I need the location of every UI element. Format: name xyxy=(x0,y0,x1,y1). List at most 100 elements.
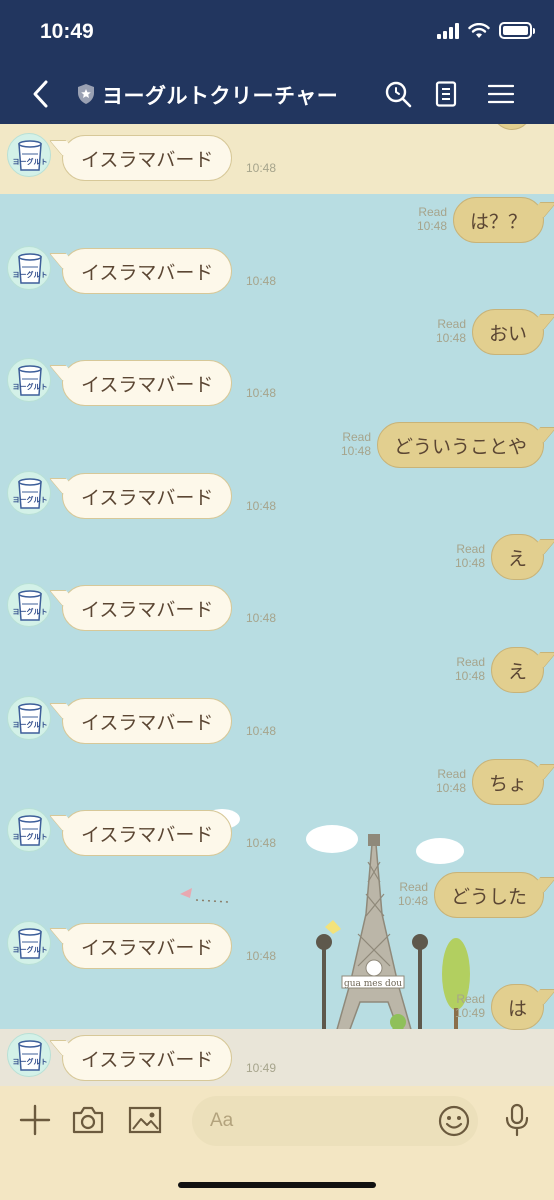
svg-text:ヨーグルト: ヨーグルト xyxy=(13,607,48,616)
emoji-button[interactable] xyxy=(436,1103,472,1139)
outgoing-message: は？？ Read 10:48 xyxy=(0,197,554,247)
svg-text:ヨーグルト: ヨーグルト xyxy=(13,495,48,504)
message-text: イスラマバード xyxy=(81,373,214,396)
svg-text:ヨーグルト: ヨーグルト xyxy=(13,1057,48,1066)
message-time: 10:48 xyxy=(397,894,428,908)
hamburger-menu-icon xyxy=(488,84,514,104)
message-time: 10:48 xyxy=(246,274,277,288)
back-icon[interactable] xyxy=(26,76,56,112)
sender-avatar[interactable]: ヨーグルト xyxy=(7,696,51,740)
message-time: 10:48 xyxy=(246,836,277,850)
message-text: イスラマバード xyxy=(81,486,214,509)
add-button[interactable] xyxy=(17,1102,53,1138)
chat-area[interactable]: gua mes dou ヨーグルト イスラマバード 10:48 ヨーグルト イスラマバー… xyxy=(0,124,554,1086)
notes-button[interactable] xyxy=(428,76,464,112)
sender-avatar[interactable]: ヨーグルト xyxy=(7,583,51,627)
message-text: イスラマバード xyxy=(81,148,214,171)
incoming-bubble[interactable]: イスラマバード xyxy=(62,248,233,294)
incoming-bubble[interactable]: イスラマバード xyxy=(62,1035,233,1081)
outgoing-message: おい Read 10:48 xyxy=(0,309,554,359)
svg-text:ヨーグルト: ヨーグルト xyxy=(13,270,48,279)
outgoing-bubble[interactable]: おい xyxy=(471,309,544,355)
menu-button[interactable] xyxy=(483,76,519,112)
incoming-bubble[interactable]: イスラマバード xyxy=(62,585,233,631)
outgoing-message: え Read 10:48 xyxy=(0,647,554,697)
search-button[interactable] xyxy=(380,76,416,112)
incoming-bubble[interactable]: イスラマバード xyxy=(62,473,233,519)
message-time: 10:48 xyxy=(246,949,277,963)
message-text: は？？ xyxy=(469,210,527,233)
message-text: どういうことや xyxy=(393,435,527,458)
wifi-icon xyxy=(468,22,490,38)
chat-title: ヨーグルトクリーチャー xyxy=(102,84,339,108)
message-time: 10:49 xyxy=(246,1061,277,1075)
message-time: 10:48 xyxy=(246,386,277,400)
incoming-bubble[interactable]: イスラマバード xyxy=(62,810,233,856)
outgoing-message: は Read 10:49 xyxy=(0,984,554,1034)
sender-avatar[interactable]: ヨーグルト xyxy=(7,246,51,290)
sender-avatar[interactable]: ヨーグルト xyxy=(7,133,51,177)
plus-icon xyxy=(19,1104,51,1136)
read-receipt: Read xyxy=(342,430,371,444)
message-meta: Read 10:49 xyxy=(455,992,485,1020)
svg-text:ヨーグルト: ヨーグルト xyxy=(13,832,48,841)
message-meta: Read 10:48 xyxy=(417,205,447,233)
message-text: イスラマバード xyxy=(81,936,214,959)
outgoing-bubble[interactable]: は？？ xyxy=(452,197,544,243)
voice-button[interactable] xyxy=(499,1102,535,1138)
message-time: 10:48 xyxy=(435,781,466,795)
message-time: 10:48 xyxy=(454,669,485,683)
message-meta: Read 10:48 xyxy=(455,542,485,570)
sender-avatar[interactable]: ヨーグルト xyxy=(7,358,51,402)
message-meta: Read 10:48 xyxy=(398,880,428,908)
read-receipt: Read xyxy=(418,205,447,219)
sender-avatar[interactable]: ヨーグルト xyxy=(7,471,51,515)
photo-button[interactable] xyxy=(127,1102,163,1138)
sender-avatar[interactable]: ヨーグルト xyxy=(7,1033,51,1077)
message-time: 10:48 xyxy=(416,219,447,233)
outgoing-message: どうした Read 10:48 xyxy=(0,872,554,922)
outgoing-bubble[interactable]: え xyxy=(490,647,544,693)
cellular-signal-icon xyxy=(437,22,459,39)
svg-text:ヨーグルト: ヨーグルト xyxy=(13,720,48,729)
notes-icon xyxy=(435,81,457,107)
incoming-bubble[interactable]: イスラマバード xyxy=(62,698,233,744)
message-input[interactable] xyxy=(210,1096,430,1146)
top-bar: 10:49 ヨーグルトクリーチャー xyxy=(0,0,554,124)
svg-text:ヨーグルト: ヨーグルト xyxy=(13,157,48,166)
outgoing-bubble[interactable]: は xyxy=(490,984,544,1030)
read-receipt: Read xyxy=(399,880,428,894)
read-receipt: Read xyxy=(456,655,485,669)
outgoing-message: ちょ Read 10:48 xyxy=(0,759,554,809)
status-icons xyxy=(437,22,535,39)
message-text: イスラマバード xyxy=(81,823,214,846)
outgoing-bubble[interactable]: どうした xyxy=(433,872,544,918)
outgoing-bubble[interactable]: ちょ xyxy=(471,759,544,805)
image-icon xyxy=(128,1106,162,1134)
battery-icon xyxy=(499,22,535,39)
message-input-box[interactable] xyxy=(192,1096,478,1146)
incoming-bubble[interactable]: イスラマバード xyxy=(62,923,233,969)
read-receipt: Read xyxy=(456,542,485,556)
sender-avatar[interactable]: ヨーグルト xyxy=(7,921,51,965)
svg-text:ヨーグルト: ヨーグルト xyxy=(13,382,48,391)
outgoing-message: え Read 10:48 xyxy=(0,534,554,584)
message-text: は xyxy=(507,997,527,1020)
message-text: イスラマバード xyxy=(81,1048,214,1071)
outgoing-bubble[interactable]: え xyxy=(490,534,544,580)
home-indicator xyxy=(178,1182,376,1188)
status-time: 10:49 xyxy=(40,20,94,43)
message-time: 10:48 xyxy=(246,499,277,513)
message-text: ちょ xyxy=(488,772,527,795)
message-time: 10:48 xyxy=(454,556,485,570)
incoming-bubble[interactable]: イスラマバード xyxy=(62,135,233,181)
sender-avatar[interactable]: ヨーグルト xyxy=(7,808,51,852)
message-text: イスラマバード xyxy=(81,261,214,284)
incoming-bubble[interactable]: イスラマバード xyxy=(62,360,233,406)
bottom-bar xyxy=(0,1086,554,1200)
emoji-smile-icon xyxy=(438,1105,470,1137)
outgoing-bubble[interactable]: どういうことや xyxy=(376,422,544,468)
message-text: え xyxy=(507,547,527,570)
camera-button[interactable] xyxy=(70,1102,106,1138)
message-time: 10:48 xyxy=(435,331,466,345)
